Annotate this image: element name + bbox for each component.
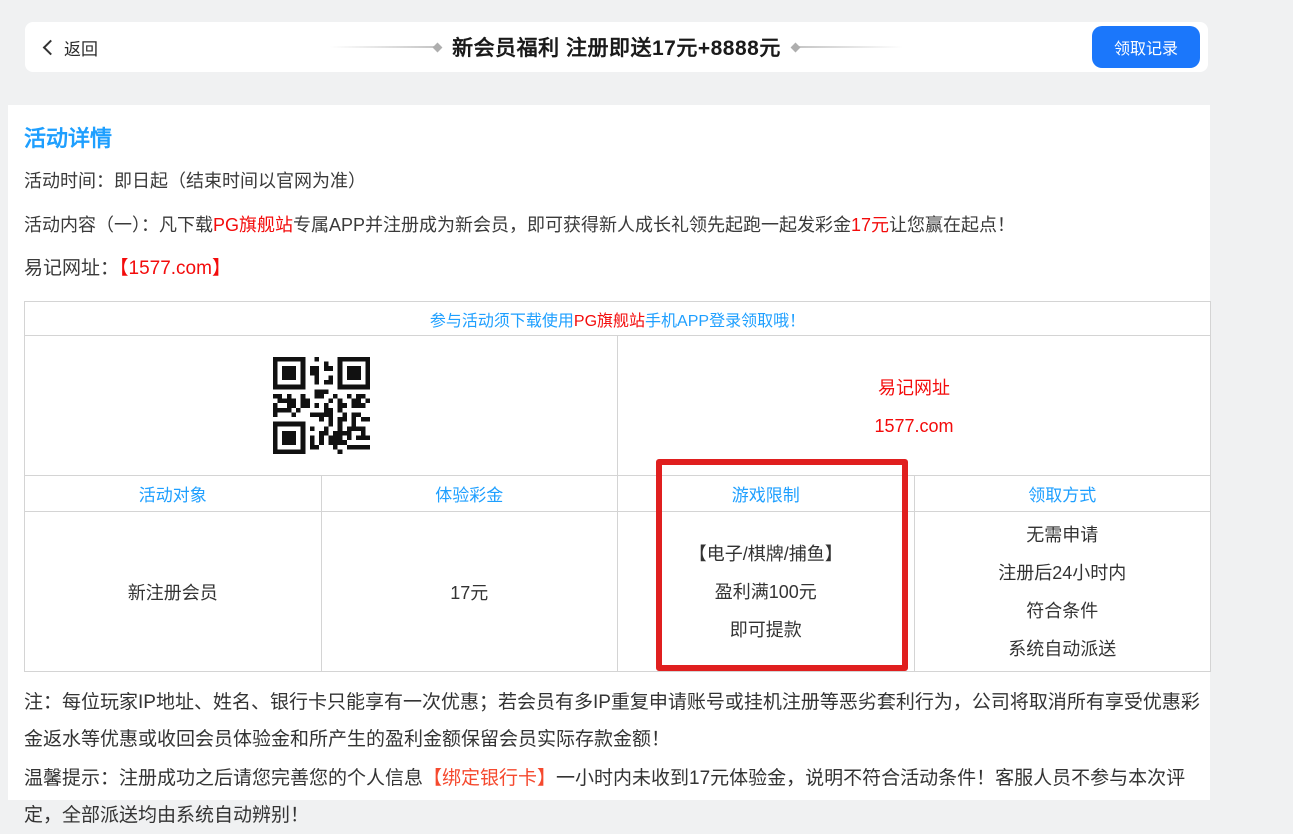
cell-game-limit: 【电子/棋牌/捕鱼】 盈利满100元 即可提款: [618, 512, 915, 672]
notice-brand: PG旗舰站: [574, 313, 645, 330]
claim-method-line: 无需申请: [915, 516, 1211, 554]
claim-record-button[interactable]: 领取记录: [1092, 26, 1200, 68]
title-decoration-left: [330, 44, 440, 51]
section-title: 活动详情: [24, 121, 1202, 153]
table-body-row: 新注册会员 17元 【电子/棋牌/捕鱼】 盈利满100元 即可提款 无需申请 注…: [25, 512, 1211, 672]
notice-cell: 参与活动须下载使用PG旗舰站手机APP登录领取哦！: [25, 302, 1211, 336]
content-prefix: 活动内容（一）：凡下载: [24, 215, 213, 235]
col-header-game-limit: 游戏限制: [618, 476, 915, 512]
activity-content-line: 活动内容（一）：凡下载PG旗舰站专属APP并注册成为新会员，即可获得新人成长礼领…: [24, 213, 1202, 237]
promo-table-wrap: 参与活动须下载使用PG旗舰站手机APP登录领取哦！ 易记网址 1577.com …: [24, 301, 1211, 672]
game-limit-line: 盈利满100元: [618, 573, 914, 611]
notice-row: 参与活动须下载使用PG旗舰站手机APP登录领取哦！: [25, 302, 1211, 336]
brand-name: PG旗舰站: [213, 215, 293, 235]
notice-suffix: 手机APP登录领取哦！: [645, 313, 805, 330]
bonus-amount: 17元: [851, 215, 889, 235]
cell-target: 新注册会员: [25, 512, 322, 672]
activity-time-line: 活动时间：即日起（结束时间以官网为准）: [24, 169, 1202, 193]
qr-cell: [25, 336, 618, 476]
qr-row: 易记网址 1577.com: [25, 336, 1211, 476]
tip-highlight: 【绑定银行卡】: [423, 768, 556, 789]
notice-prefix: 参与活动须下载使用: [430, 313, 574, 330]
col-header-bonus: 体验彩金: [321, 476, 618, 512]
col-header-claim-method: 领取方式: [914, 476, 1211, 512]
note-text: 注：每位玩家IP地址、姓名、银行卡只能享有一次优惠；若会员有多IP重复申请账号或…: [24, 684, 1204, 758]
game-limit-line: 【电子/棋牌/捕鱼】: [618, 535, 914, 573]
content-suffix: 让您赢在起点！: [889, 215, 1015, 235]
cell-claim-method: 无需申请 注册后24小时内 符合条件 系统自动派送: [914, 512, 1211, 672]
back-button[interactable]: 返回: [39, 29, 102, 66]
title-decoration-right: [793, 44, 903, 51]
game-limit-line: 即可提款: [618, 611, 914, 649]
claim-method-line: 符合条件: [915, 592, 1211, 630]
qr-url-value: 1577.com: [618, 416, 1210, 437]
promo-table: 参与活动须下载使用PG旗舰站手机APP登录领取哦！ 易记网址 1577.com …: [24, 301, 1211, 672]
page-title: 新会员福利 注册即送17元+8888元: [452, 32, 781, 62]
table-header-row: 活动对象 体验彩金 游戏限制 领取方式: [25, 476, 1211, 512]
qr-url-title: 易记网址: [618, 374, 1210, 400]
chevron-left-icon: [43, 39, 59, 55]
qr-code: [273, 357, 370, 454]
tip-prefix: 温馨提示：注册成功之后请您完善您的个人信息: [24, 768, 423, 789]
url-value: 【1577.com】: [119, 258, 231, 279]
easy-url-line: 易记网址：【1577.com】: [24, 257, 1202, 281]
qr-url-cell: 易记网址 1577.com: [618, 336, 1211, 476]
claim-method-line: 注册后24小时内: [915, 554, 1211, 592]
content-mid: 专属APP并注册成为新会员，即可获得新人成长礼领先起跑一起发彩金: [293, 215, 851, 235]
claim-method-lines: 无需申请 注册后24小时内 符合条件 系统自动派送: [915, 516, 1211, 668]
header-bar: 返回 新会员福利 注册即送17元+8888元 领取记录: [25, 22, 1208, 72]
page-title-group: 新会员福利 注册即送17元+8888元: [25, 22, 1208, 72]
game-limit-lines: 【电子/棋牌/捕鱼】 盈利满100元 即可提款: [618, 535, 914, 649]
claim-method-line: 系统自动派送: [915, 630, 1211, 668]
url-label: 易记网址：: [24, 258, 119, 279]
cell-bonus: 17元: [321, 512, 618, 672]
tip-text: 温馨提示：注册成功之后请您完善您的个人信息【绑定银行卡】一小时内未收到17元体验…: [24, 760, 1204, 834]
back-label: 返回: [64, 35, 98, 60]
col-header-target: 活动对象: [25, 476, 322, 512]
content-card: 活动详情 活动时间：即日起（结束时间以官网为准） 活动内容（一）：凡下载PG旗舰…: [8, 105, 1210, 800]
